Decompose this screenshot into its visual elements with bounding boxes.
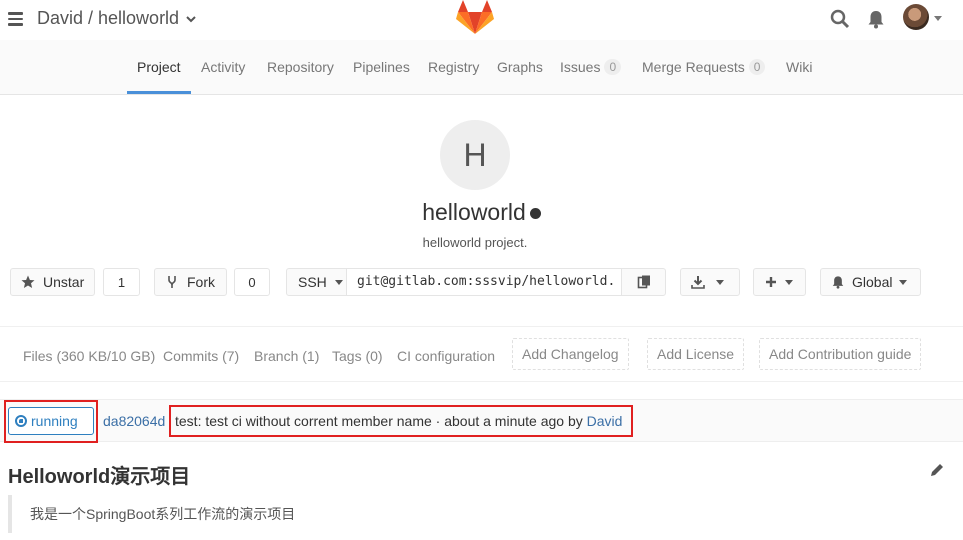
top-header: David / helloworld	[0, 0, 963, 40]
readme-blockquote: 我是一个SpringBoot系列工作流的演示项目	[8, 495, 948, 533]
project-title: helloworld	[0, 199, 963, 226]
tab-label: Issues	[560, 59, 601, 75]
caret-down-icon	[334, 279, 343, 285]
issues-count-badge: 0	[604, 59, 622, 76]
tab-label: Project	[137, 59, 181, 75]
globe-icon	[529, 208, 541, 219]
tab-graphs[interactable]: Graphs	[497, 40, 543, 94]
tab-label: Registry	[428, 59, 480, 75]
caret-down-icon	[716, 279, 724, 285]
commit-message: test: test ci without corrent member nam…	[175, 413, 622, 429]
tab-label: Graphs	[497, 59, 543, 75]
tab-merge-requests[interactable]: Merge Requests 0	[642, 40, 766, 94]
add-dropdown[interactable]	[753, 268, 806, 296]
caret-down-icon	[899, 279, 908, 285]
search-icon[interactable]	[830, 9, 850, 29]
fork-button[interactable]: Fork	[154, 268, 227, 296]
project-nav: Project Activity Repository Pipelines Re…	[0, 40, 963, 95]
tab-wiki[interactable]: Wiki	[786, 40, 812, 94]
merge-requests-count-badge: 0	[748, 59, 766, 76]
tags-link[interactable]: Tags (0)	[332, 348, 383, 364]
running-icon	[15, 415, 27, 427]
plus-icon	[766, 277, 776, 287]
clone-url-input[interactable]: git@gitlab.com:sssvip/helloworld.	[346, 268, 622, 296]
tab-label: Merge Requests	[642, 59, 745, 75]
files-link[interactable]: Files (360 KB/10 GB)	[23, 348, 155, 364]
add-changelog-link[interactable]: Add Changelog	[512, 338, 629, 370]
add-license-link[interactable]: Add License	[647, 338, 745, 370]
clone-protocol-label: SSH	[298, 274, 327, 290]
copy-url-button[interactable]	[621, 268, 666, 296]
project-name: helloworld	[422, 199, 526, 225]
commits-link[interactable]: Commits (7)	[163, 348, 239, 364]
tab-project[interactable]: Project	[137, 40, 181, 94]
fork-label: Fork	[187, 274, 215, 290]
pipeline-status-badge[interactable]: running	[8, 407, 94, 435]
menu-icon[interactable]	[8, 12, 23, 26]
branch-link[interactable]: Branch (1)	[254, 348, 319, 364]
user-avatar[interactable]	[903, 4, 929, 30]
tab-activity[interactable]: Activity	[201, 40, 245, 94]
project-avatar: H	[440, 120, 510, 190]
download-icon	[691, 276, 705, 289]
caret-down-icon[interactable]	[934, 16, 942, 21]
tab-issues[interactable]: Issues 0	[560, 40, 622, 94]
commit-sha-link[interactable]: da82064d	[103, 413, 165, 429]
tab-registry[interactable]: Registry	[428, 40, 479, 94]
tab-label: Activity	[201, 59, 246, 75]
unstar-button[interactable]: Unstar	[10, 268, 95, 296]
unstar-label: Unstar	[43, 274, 85, 290]
project-breadcrumb-label: David / helloworld	[37, 8, 180, 28]
caret-down-icon	[785, 279, 793, 285]
pencil-icon[interactable]	[929, 462, 945, 478]
fork-icon	[168, 276, 176, 288]
tab-repository[interactable]: Repository	[267, 40, 334, 94]
fork-count[interactable]: 0	[234, 268, 270, 296]
clone-protocol-dropdown[interactable]: SSH	[286, 268, 347, 296]
download-dropdown[interactable]	[680, 268, 740, 296]
notification-dropdown[interactable]: Global	[820, 268, 921, 296]
pipeline-status-label: running	[31, 413, 78, 429]
tab-label: Repository	[267, 59, 334, 75]
commit-author-link[interactable]: David	[587, 413, 623, 429]
star-count[interactable]: 1	[103, 268, 140, 296]
star-icon	[21, 275, 35, 288]
add-contribution-guide-link[interactable]: Add Contribution guide	[759, 338, 922, 370]
bell-icon[interactable]	[866, 9, 886, 29]
project-stats: Files (360 KB/10 GB) Commits (7) Branch …	[0, 326, 963, 382]
notification-label: Global	[852, 274, 893, 290]
readme-heading: Helloworld演示项目	[8, 466, 191, 488]
bell-icon	[832, 276, 844, 289]
project-breadcrumb[interactable]: David / helloworld	[37, 8, 197, 29]
clipboard-icon	[637, 275, 650, 289]
tab-label: Wiki	[786, 59, 813, 75]
ci-configuration-link[interactable]: CI configuration	[397, 348, 495, 364]
commit-message-text: test: test ci without corrent member nam…	[175, 413, 587, 429]
tab-pipelines[interactable]: Pipelines	[353, 40, 410, 94]
tab-label: Pipelines	[353, 59, 410, 75]
project-description: helloworld project.	[422, 235, 528, 250]
chevron-down-icon	[186, 15, 196, 22]
gitlab-logo-icon[interactable]	[455, 0, 495, 36]
active-tab-indicator	[127, 91, 191, 94]
